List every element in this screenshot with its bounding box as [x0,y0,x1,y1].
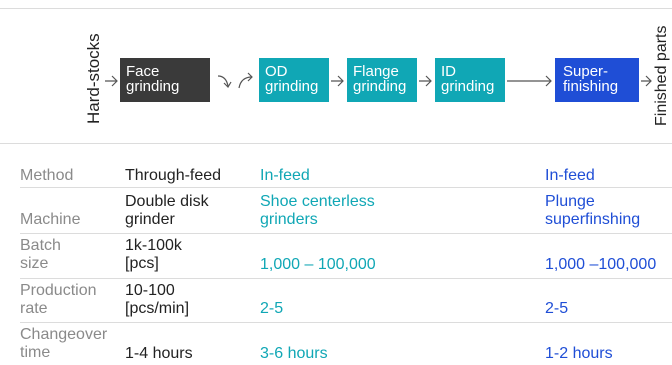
curved-arrow-up-icon [238,72,253,89]
cell-line: 1-2 hours [545,345,613,362]
row-label-batch-size: Batch size [20,237,61,273]
row-divider [20,278,672,279]
cell-line: 3-6 hours [260,345,328,362]
cell-line: 1,000 –100,000 [545,256,657,273]
cell-superfinishing: 1-2 hours [545,345,613,363]
step-line: finishing [563,78,619,95]
step-line: OD [265,63,288,80]
step-face-grinding: Face grinding [120,58,210,102]
label-line: rate [20,300,48,317]
step-line: grinding [126,78,180,95]
row-divider [20,187,672,188]
cell-line: [pcs] [125,255,159,272]
top-divider [0,8,672,9]
cell-superfinishing: Plunge superfinshing [545,193,640,229]
end-label: Finished parts [653,25,670,127]
step-id-grinding: ID grinding [435,58,505,102]
label-line: Batch [20,237,61,254]
step-line: Flange [353,63,399,80]
cell-line: [pcs/min] [125,300,190,317]
step-flange-grinding: Flange grinding [347,58,417,102]
cell-grinding: 2-5 [260,300,283,318]
cell-line: Double disk [125,193,209,210]
cell-line: 1,000 – 100,000 [260,256,376,273]
arrow-icon [105,75,118,87]
cell-grinding: 3-6 hours [260,345,328,363]
label-line: Method [20,167,74,184]
cell-line: 1-4 hours [125,345,193,362]
cell-face: 1-4 hours [125,345,193,363]
label-line: Machine [20,211,81,228]
cell-line: In-feed [545,167,595,184]
cell-superfinishing: 2-5 [545,300,568,318]
row-label-method: Method [20,167,73,185]
label-line: Changeover [20,326,108,343]
cell-line: grinders [260,211,318,228]
cell-line: 10-100 [125,282,175,299]
step-line: ID [441,63,456,80]
cell-line: Plunge [545,193,595,210]
flow-divider [0,143,672,144]
arrow-icon [419,75,432,87]
cell-superfinishing: 1,000 –100,000 [545,256,656,274]
cell-line: 1k-100k [125,237,182,254]
step-od-grinding: OD grinding [259,58,329,102]
step-line: Super- [563,63,609,80]
cell-face: 1k-100k [pcs] [125,237,182,273]
arrow-icon [641,75,652,87]
cell-line: In-feed [260,167,310,184]
cell-line: 2-5 [545,300,569,317]
cell-grinding: In-feed [260,167,310,185]
cell-grinding: 1,000 – 100,000 [260,256,376,274]
cell-line: superfinshing [545,211,641,228]
label-line: size [20,255,49,272]
step-line: Face [126,63,160,80]
row-divider [20,322,672,323]
row-label-changeover-time: Changeover time [20,326,107,362]
cell-face: 10-100 [pcs/min] [125,282,189,318]
cell-line: Shoe centerless [260,193,375,210]
step-line: grinding [353,78,407,95]
step-superfinishing: Super- finishing [555,58,639,102]
curved-arrow-down-icon [217,75,232,88]
cell-grinding: Shoe centerless grinders [260,193,375,229]
step-line: grinding [441,78,495,95]
cell-face: Through-feed [125,167,221,185]
long-arrow-icon [507,75,552,87]
cell-line: 2-5 [260,300,284,317]
row-label-production-rate: Production rate [20,282,97,318]
arrow-icon [331,75,344,87]
label-line: Production [20,282,97,299]
label-line: time [20,344,51,361]
row-label-machine: Machine [20,211,80,229]
cell-line: grinder [125,211,175,228]
start-label: Hard-stocks [84,33,103,124]
cell-line: Through-feed [125,167,222,184]
step-line: grinding [265,78,319,95]
cell-face: Double disk grinder [125,193,209,229]
cell-superfinishing: In-feed [545,167,595,185]
row-divider [20,233,672,234]
